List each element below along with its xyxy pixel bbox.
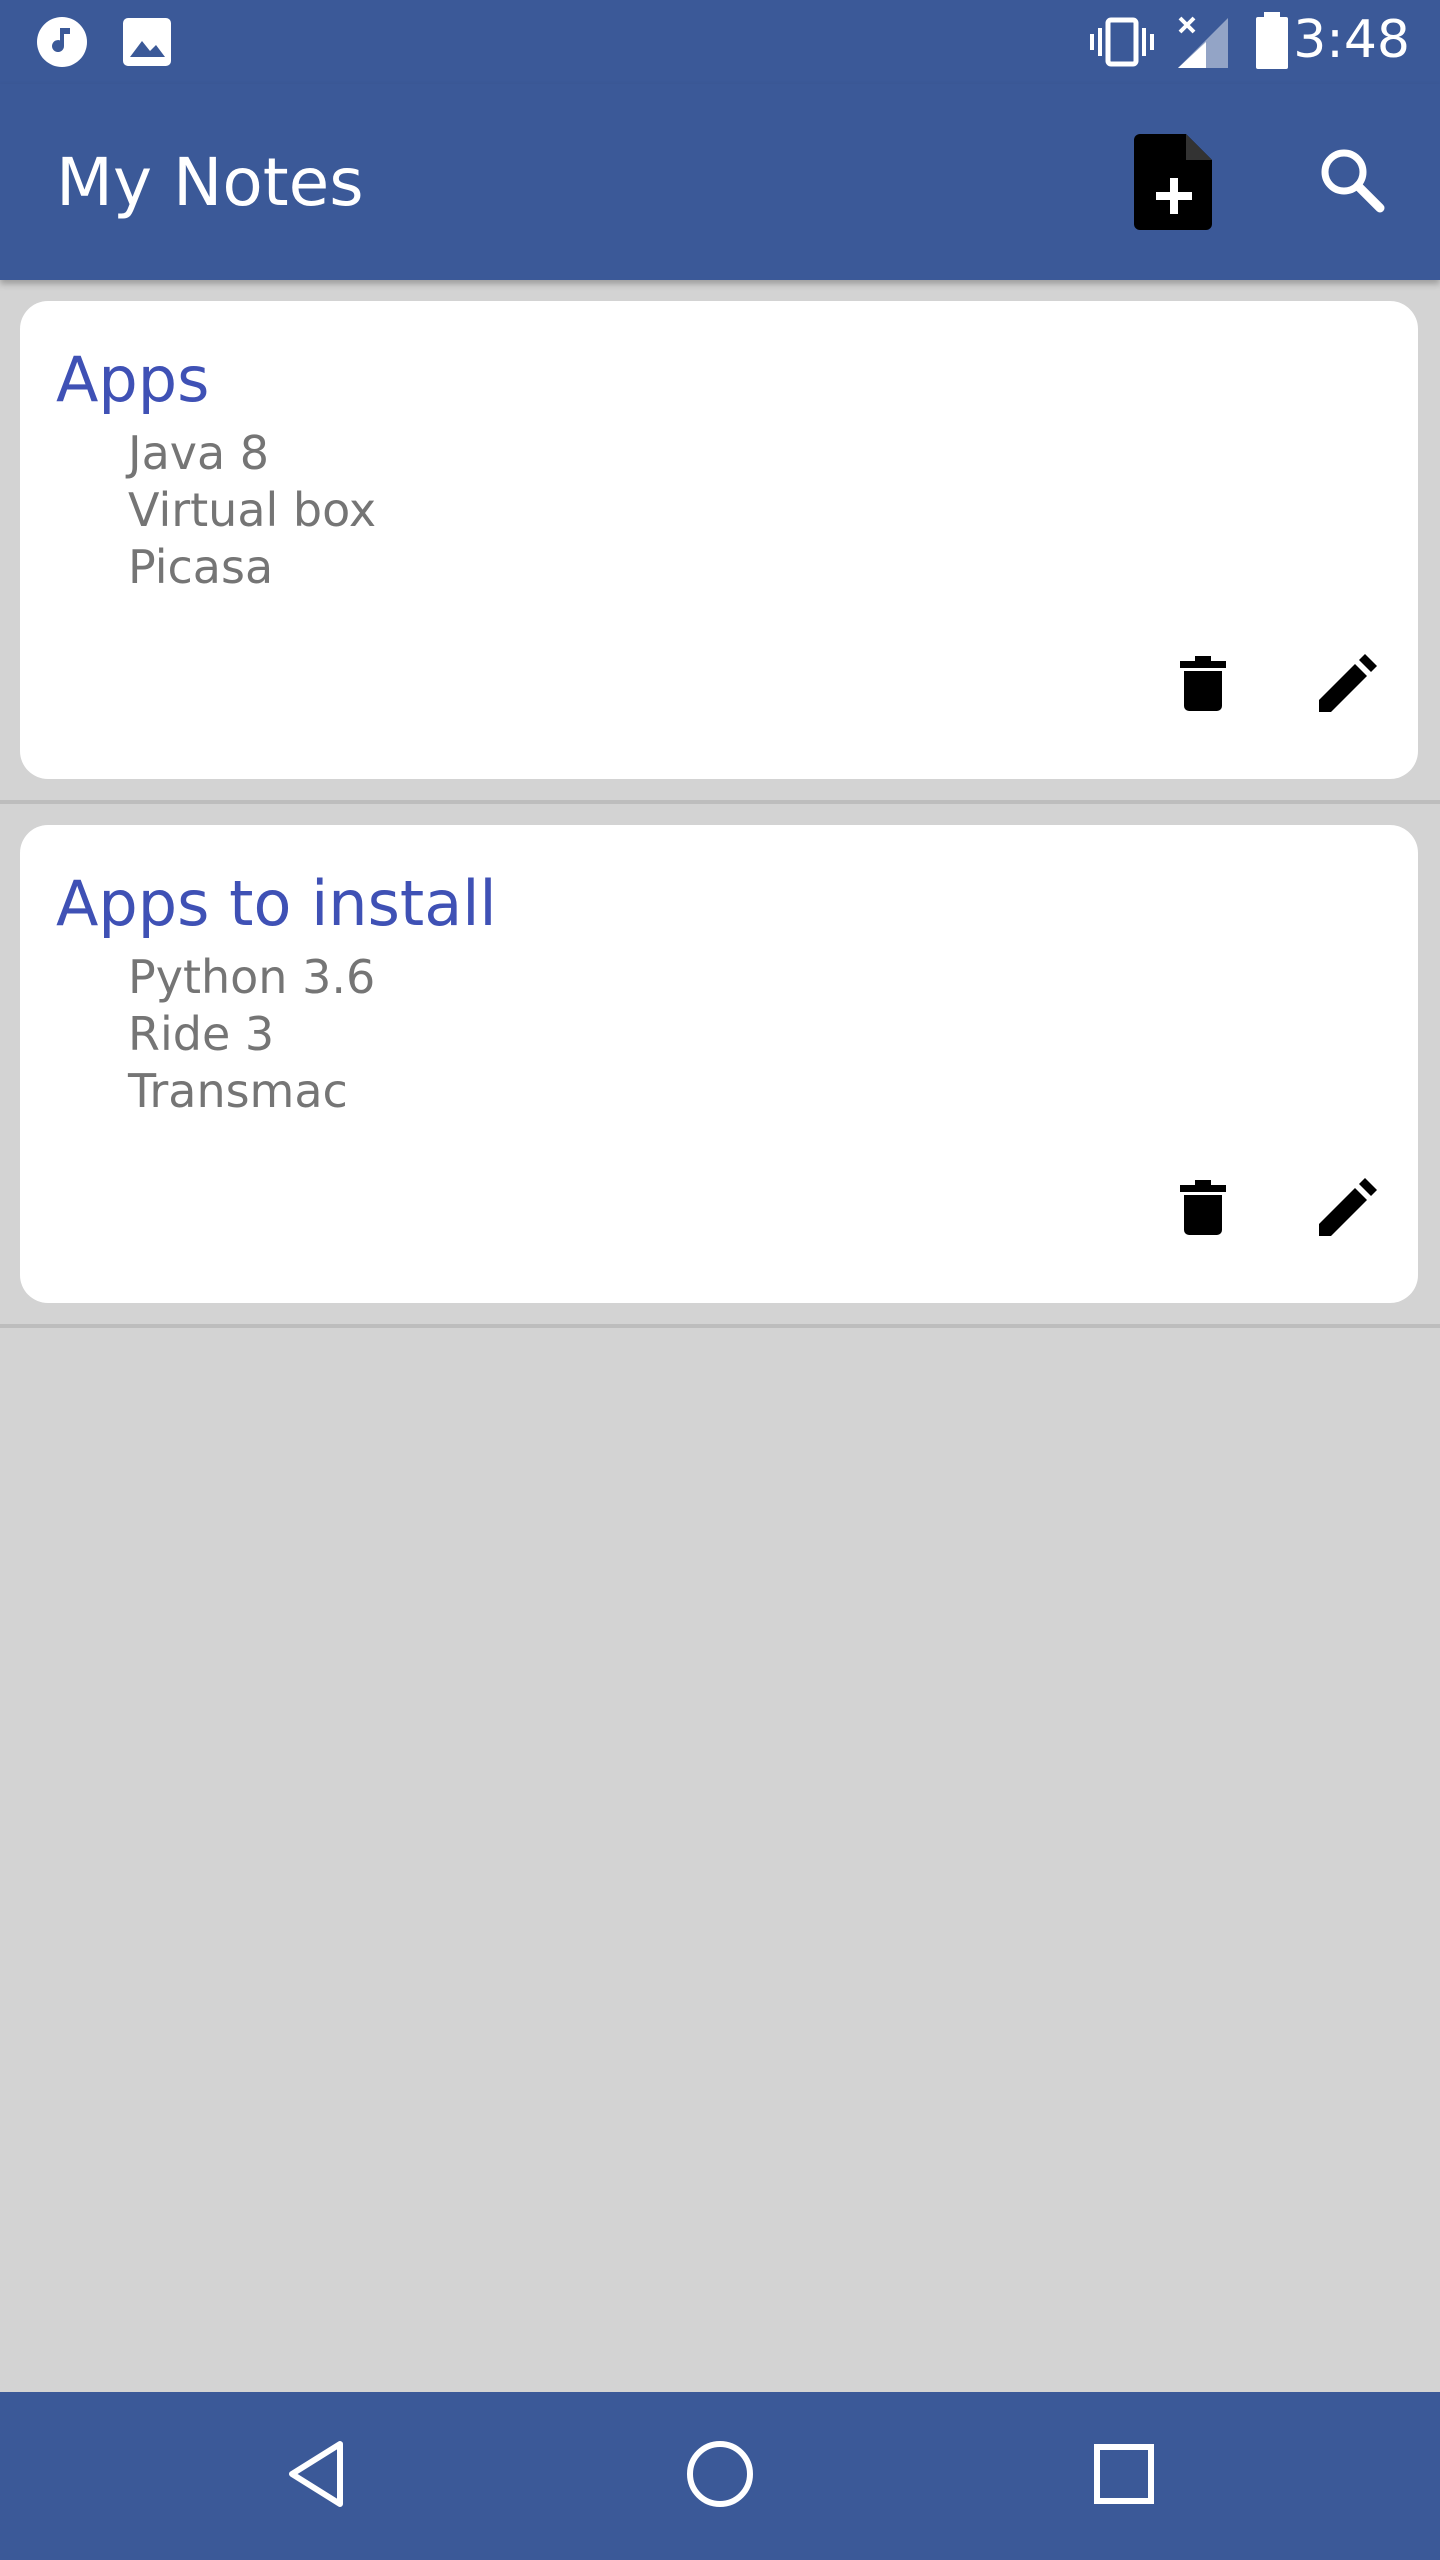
status-time: 3:48 [1293,10,1410,70]
note-title: Apps to install [56,867,497,940]
edit-button[interactable] [1302,1165,1392,1255]
note-title: Apps [56,343,210,416]
edit-icon [1317,1177,1377,1243]
status-bar: 3:48 [0,0,1440,84]
battery-icon [1254,12,1290,75]
note-line: Python 3.6 [128,950,376,1004]
note-line: Transmac [128,1064,348,1118]
divider [0,800,1440,804]
note-card[interactable]: Apps Java 8 Virtual box Picasa [20,301,1418,779]
delete-icon [1180,1179,1226,1241]
back-icon [286,2440,346,2513]
delete-icon [1180,655,1226,717]
add-note-icon[interactable] [1134,134,1214,235]
edit-button[interactable] [1302,641,1392,731]
vibrate-icon [1090,14,1154,75]
navigation-bar [0,2392,1440,2560]
home-icon [686,2440,754,2513]
delete-button[interactable] [1158,641,1248,731]
note-content: Python 3.6 Ride 3 Transmac [128,949,375,1120]
image-icon [122,17,172,72]
app-bar: My Notes [0,84,1440,280]
recents-button[interactable] [1074,2426,1174,2526]
search-icon[interactable] [1318,146,1386,219]
note-line: Virtual box [128,483,377,537]
home-button[interactable] [670,2426,770,2526]
music-note-icon [36,16,88,73]
edit-icon [1317,653,1377,719]
note-content: Java 8 Virtual box Picasa [128,425,376,596]
divider [0,1324,1440,1328]
page-title: My Notes [56,144,364,221]
note-line: Picasa [128,540,274,594]
back-button[interactable] [266,2426,366,2526]
note-line: Ride 3 [128,1007,275,1061]
recents-icon [1094,2443,1154,2509]
delete-button[interactable] [1158,1165,1248,1255]
signal-off-icon [1176,14,1230,75]
note-card[interactable]: Apps to install Python 3.6 Ride 3 Transm… [20,825,1418,1303]
note-line: Java 8 [128,426,270,480]
